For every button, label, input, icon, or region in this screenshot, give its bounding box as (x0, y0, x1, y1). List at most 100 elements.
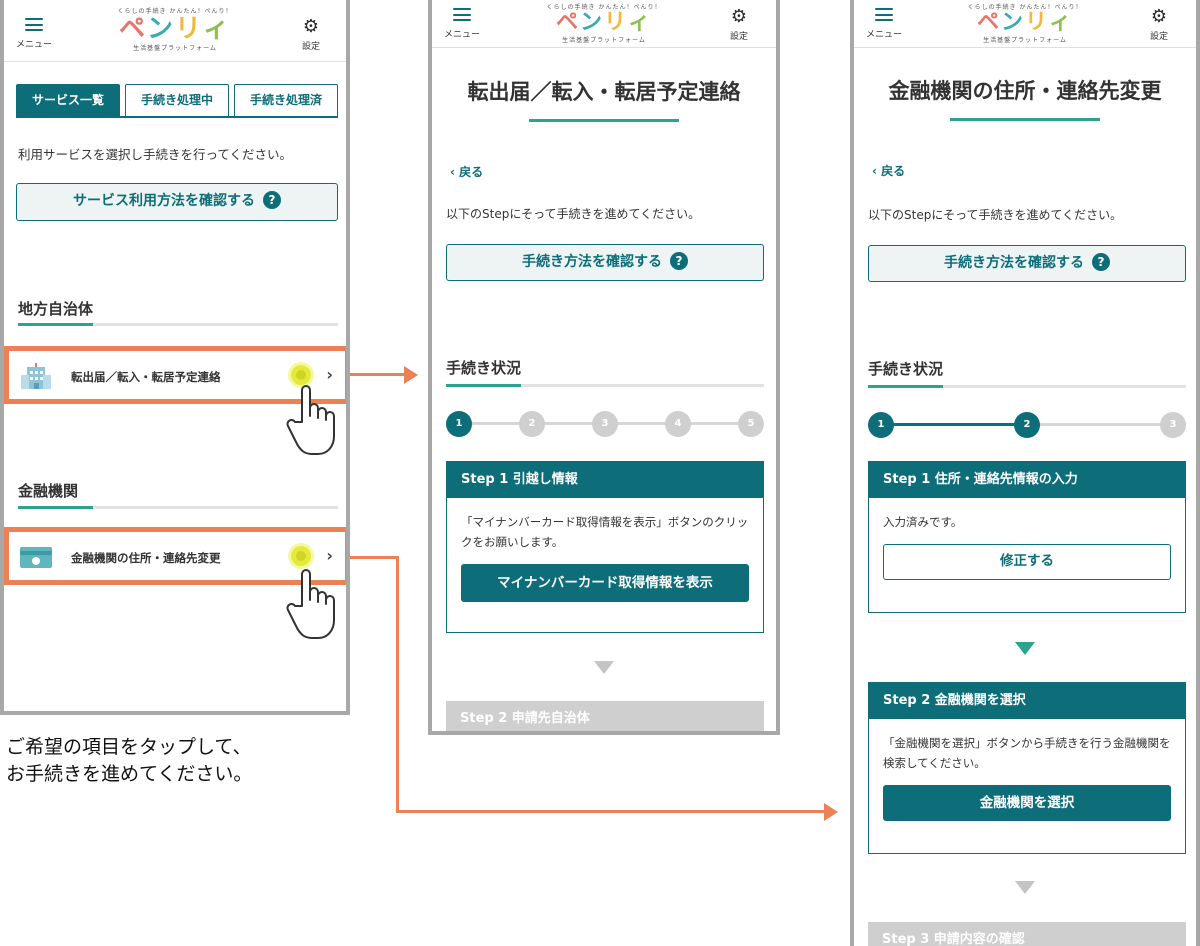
section-divider (18, 506, 338, 509)
step-dot: 3 (1160, 412, 1186, 438)
settings-button[interactable]: ⚙ 設定 (724, 6, 754, 43)
title-underline (529, 119, 679, 122)
service-tabs: サービス一覧 手続き処理中 手続き処理済 (16, 84, 338, 118)
section-title-municipality: 地方自治体 (18, 300, 94, 318)
service-list-screen: メニュー くらしの手続き かんたん！ペんり！ ペンリィ 生活基盤プラットフォーム… (0, 0, 350, 715)
settings-button[interactable]: ⚙ 設定 (1144, 6, 1174, 43)
arrow-right-icon (824, 803, 838, 821)
logo-wordmark: ペンリィ (555, 10, 653, 35)
section-divider (446, 384, 764, 387)
logo-subtitle: 生活基盤プラットフォーム (562, 37, 646, 44)
step2-description: 「金融機関を選択」ボタンから手続きを行う金融機関を検索してください。 (883, 736, 1171, 770)
back-label: 戻る (459, 165, 484, 179)
service-guide-button[interactable]: サービス利用方法を確認する? (16, 183, 338, 221)
app-header: メニュー くらしの手続き かんたん！ペんり！ ペンリィ 生活基盤プラットフォーム… (432, 0, 776, 48)
section-divider (18, 323, 338, 326)
instruction-text: 以下のStepにそって手続きを進めてください。 (446, 207, 701, 221)
step-dot: 3 (592, 411, 618, 437)
step1-header: Step 1 引越し情報 (447, 462, 763, 498)
procedure-guide-label: 手続き方法を確認する (522, 254, 662, 270)
app-logo: くらしの手続き かんたん！ペんり！ ペンリィ 生活基盤プラットフォーム (547, 2, 662, 44)
step2-card: Step 2 金融機関を選択 「金融機関を選択」ボタンから手続きを行う金融機関を… (868, 682, 1186, 854)
status-title: 手続き状況 (868, 360, 944, 378)
page-title: 金融機関の住所・連絡先変更 (888, 79, 1162, 103)
moving-notice-screen: メニュー くらしの手続き かんたん！ペんり！ ペンリィ 生活基盤プラットフォーム… (428, 0, 780, 735)
app-header: メニュー くらしの手続き かんたん！ペんり！ ペンリィ 生活基盤プラットフォーム… (854, 0, 1196, 48)
step-dot: 2 (1014, 412, 1040, 438)
procedure-guide-button[interactable]: 手続き方法を確認する? (868, 245, 1186, 282)
step1-body: 「マイナンバーカード取得情報を表示」ボタンのクリックをお願いします。 マイナンバ… (447, 498, 763, 616)
logo-subtitle: 生活基盤プラットフォーム (133, 45, 217, 52)
tap-indicator (291, 546, 311, 566)
building-icon (21, 363, 51, 389)
step1-description: 入力済みです。 (883, 515, 963, 529)
step1-card: Step 1 引越し情報 「マイナンバーカード取得情報を表示」ボタンのクリックを… (446, 461, 764, 633)
flow-connector (350, 373, 408, 376)
list-item-label: 転出届／転入・転居予定連絡 (71, 370, 221, 384)
hamburger-icon (25, 18, 43, 31)
intro-text: 利用サービスを選択し手続きを行ってください。 (18, 147, 293, 162)
menu-label: メニュー (865, 30, 902, 40)
app-logo: くらしの手続き かんたん！ペんり！ ペンリィ 生活基盤プラットフォーム (118, 6, 233, 52)
caption-line: お手続きを進めてください。 (6, 763, 253, 785)
back-link[interactable]: ‹ 戻る (450, 163, 483, 180)
select-bank-button[interactable]: 金融機関を選択 (883, 785, 1171, 821)
logo-subtitle: 生活基盤プラットフォーム (983, 37, 1067, 44)
step-dot: 1 (868, 412, 894, 438)
step2-header: Step 2 金融機関を選択 (869, 683, 1185, 719)
step1-body: 入力済みです。 修正する (869, 498, 1185, 594)
procedure-guide-button[interactable]: 手続き方法を確認する? (446, 244, 764, 281)
menu-button[interactable]: メニュー (14, 18, 54, 50)
step1-description: 「マイナンバーカード取得情報を表示」ボタンのクリックをお願いします。 (461, 515, 749, 549)
procedure-guide-label: 手続き方法を確認する (944, 255, 1084, 271)
settings-label: 設定 (1149, 32, 1168, 42)
triangle-down-icon (1015, 881, 1035, 894)
logo-wordmark: ペンリィ (976, 10, 1074, 35)
menu-label: メニュー (15, 40, 52, 50)
logo-wordmark: ペンリィ (118, 14, 232, 44)
list-item-label: 金融機関の住所・連絡先変更 (71, 551, 221, 565)
step-progress: 1 2 3 (868, 410, 1186, 440)
step-dot: 4 (665, 411, 691, 437)
menu-button[interactable]: メニュー (864, 8, 904, 40)
question-icon: ? (670, 252, 688, 270)
title-underline (950, 118, 1100, 121)
gear-icon: ⚙ (730, 6, 748, 27)
gear-icon: ⚙ (1150, 6, 1168, 27)
back-label: 戻る (881, 164, 906, 178)
step1-header: Step 1 住所・連絡先情報の入力 (869, 462, 1185, 498)
step-dot: 5 (738, 411, 764, 437)
question-icon: ? (263, 191, 281, 209)
menu-label: メニュー (443, 30, 480, 40)
bank-address-change-screen: メニュー くらしの手続き かんたん！ペんり！ ペンリィ 生活基盤プラットフォーム… (850, 0, 1200, 946)
chevron-right-icon: › (326, 546, 333, 565)
pointing-hand-icon (286, 569, 335, 639)
instruction-caption: ご希望の項目をタップして、 お手続きを進めてください。 (6, 734, 252, 788)
page-title: 転出届／転入・転居予定連絡 (467, 80, 741, 104)
tab-in-progress[interactable]: 手続き処理中 (125, 84, 229, 116)
flow-connector (350, 556, 398, 559)
triangle-down-icon (594, 661, 614, 674)
step2-body: 「金融機関を選択」ボタンから手続きを行う金融機関を検索してください。 金融機関を… (869, 719, 1185, 835)
settings-button[interactable]: ⚙ 設定 (296, 18, 326, 53)
tab-service-list[interactable]: サービス一覧 (16, 84, 120, 116)
chevron-left-icon: ‹ (450, 165, 455, 179)
arrow-right-icon (404, 366, 418, 384)
tab-completed[interactable]: 手続き処理済 (234, 84, 338, 116)
step2-header: Step 2 申請先自治体 (446, 701, 764, 731)
step-track-done (880, 423, 1026, 426)
app-logo: くらしの手続き かんたん！ペんり！ ペンリィ 生活基盤プラットフォーム (968, 2, 1083, 44)
step3-header: Step 3 申請内容の確認 (868, 922, 1186, 946)
menu-button[interactable]: メニュー (442, 8, 482, 40)
status-title: 手続き状況 (446, 359, 522, 377)
hamburger-icon (453, 8, 471, 21)
app-header: メニュー くらしの手続き かんたん！ペんり！ ペンリィ 生活基盤プラットフォーム… (4, 0, 346, 62)
bank-card-icon (20, 547, 52, 568)
service-guide-label: サービス利用方法を確認する (73, 193, 255, 209)
show-mynumber-info-button[interactable]: マイナンバーカード取得情報を表示 (461, 564, 749, 602)
step1-card: Step 1 住所・連絡先情報の入力 入力済みです。 修正する (868, 461, 1186, 613)
step-dot: 1 (446, 411, 472, 437)
instruction-text: 以下のStepにそって手続きを進めてください。 (868, 208, 1123, 222)
edit-button[interactable]: 修正する (883, 544, 1171, 580)
back-link[interactable]: ‹ 戻る (872, 162, 905, 179)
